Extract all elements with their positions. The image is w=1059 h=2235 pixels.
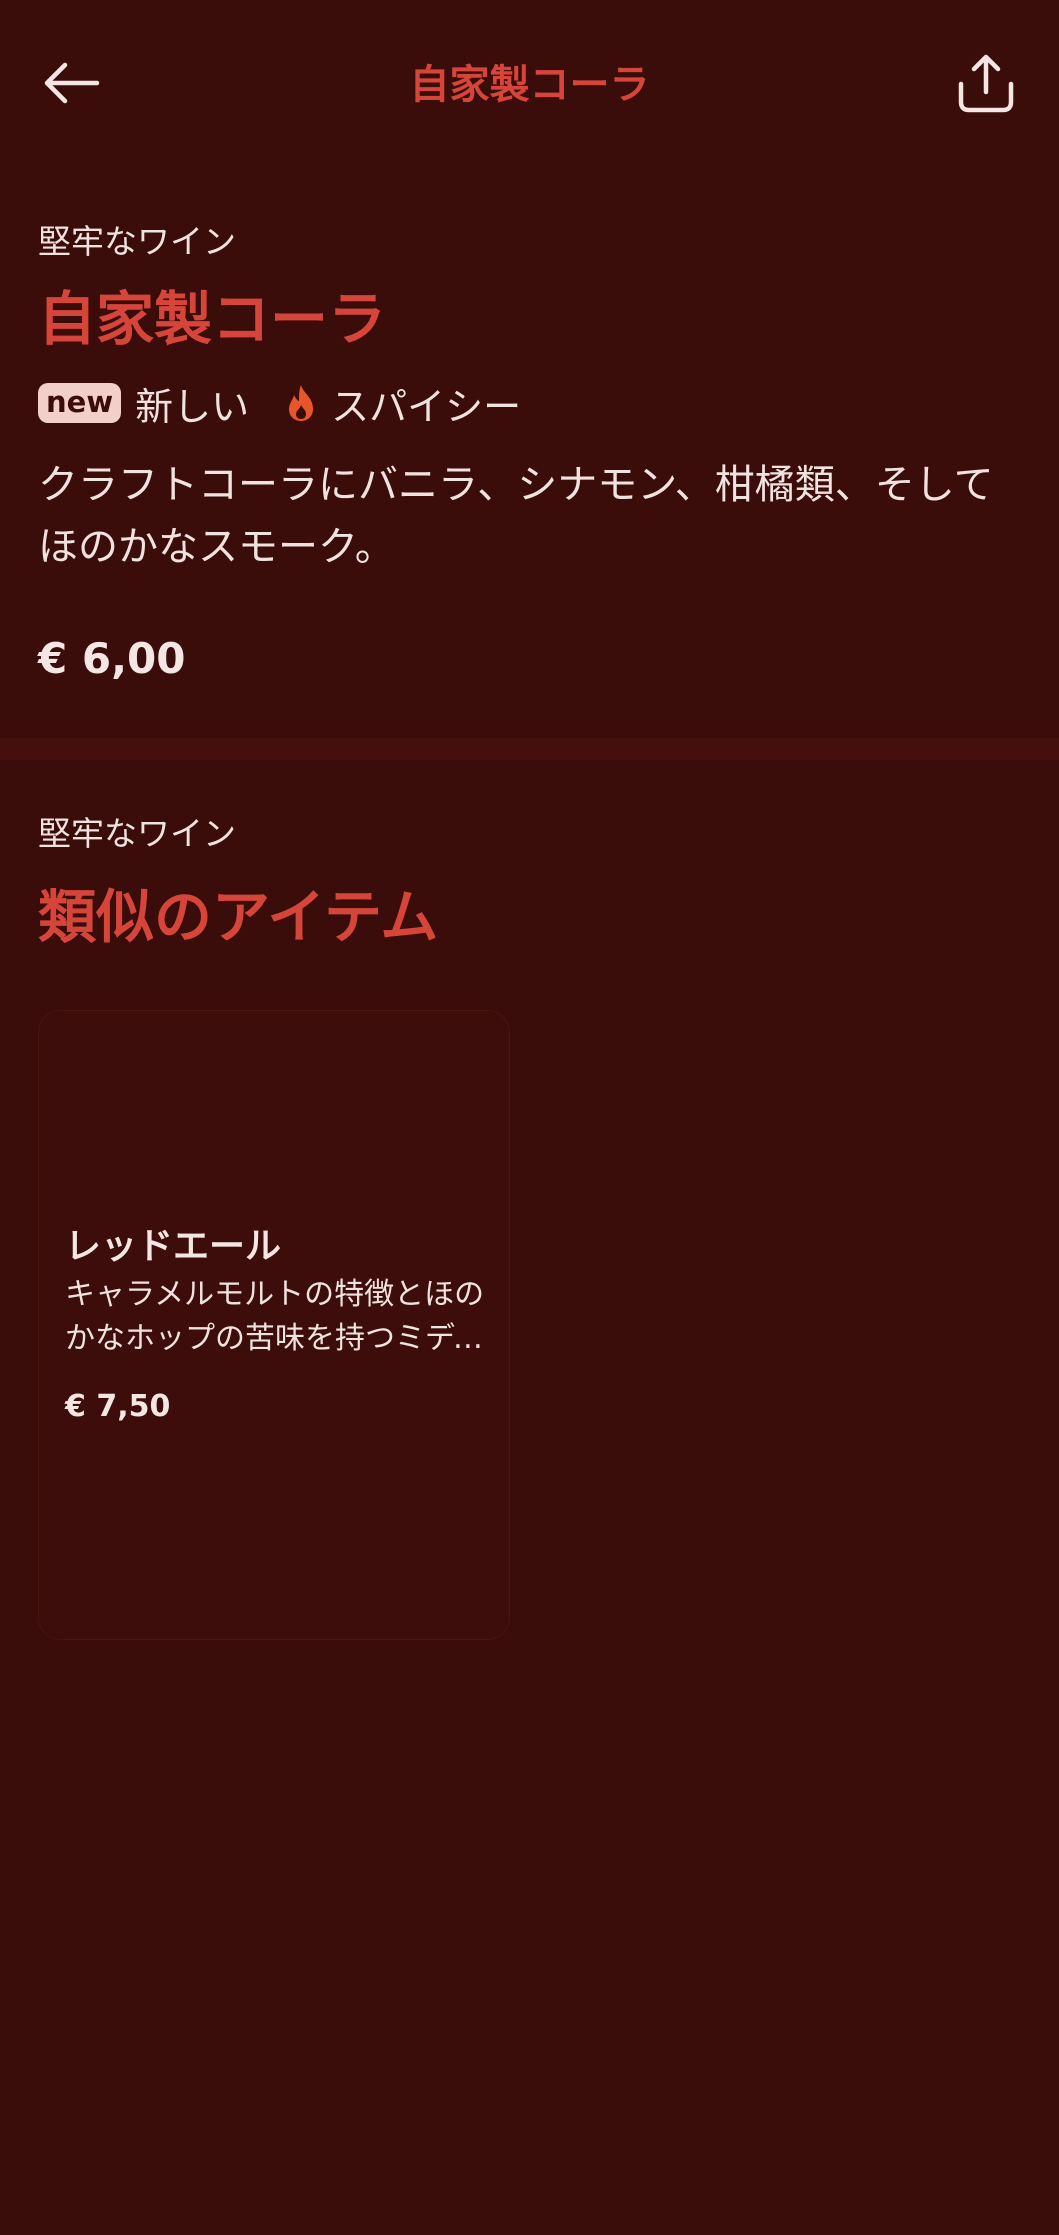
page-title: 自家製コーラ (409, 62, 650, 108)
similar-item-title: レッドエール (65, 1226, 282, 1267)
section-divider (0, 738, 1059, 760)
tag-spicy-label: スパイシー (331, 384, 522, 429)
top-bar: 自家製コーラ (0, 0, 1059, 170)
product-detail-page: 自家製コーラ 堅牢なワイン 自家製コーラ new 新しい スパイシー クラフトコ… (0, 0, 1059, 2235)
product-description: クラフトコーラにバニラ、シナモン、柑橘類、そしてほのかなスモーク。 (38, 462, 994, 570)
similar-section: 堅牢なワイン 類似のアイテム (38, 810, 1028, 952)
similar-item-description: キャラメルモルトの特徴とほのかなホップの苦味を持つミディアムボディのエール。 (65, 1277, 485, 1356)
share-button[interactable] (951, 48, 1021, 118)
similar-title: 類似のアイテム (38, 883, 439, 951)
product-title: 自家製コーラ (38, 285, 387, 353)
share-icon (958, 54, 1014, 113)
new-badge: new (38, 383, 122, 423)
product-section: 堅牢なワイン 自家製コーラ new 新しい スパイシー クラフトコーラにバニラ、… (38, 218, 1028, 683)
fire-icon (289, 385, 314, 421)
similar-item-price: € 7,50 (65, 1389, 171, 1424)
product-category: 堅牢なワイン (38, 222, 236, 261)
similar-category: 堅牢なワイン (38, 814, 236, 853)
tag-new-label: 新しい (135, 384, 250, 429)
product-tags: new 新しい スパイシー (38, 378, 1028, 429)
product-price: € 6,00 (38, 634, 186, 683)
similar-item-card[interactable]: レッドエール キャラメルモルトの特徴とほのかなホップの苦味を持つミディアムボディ… (38, 1010, 510, 1640)
